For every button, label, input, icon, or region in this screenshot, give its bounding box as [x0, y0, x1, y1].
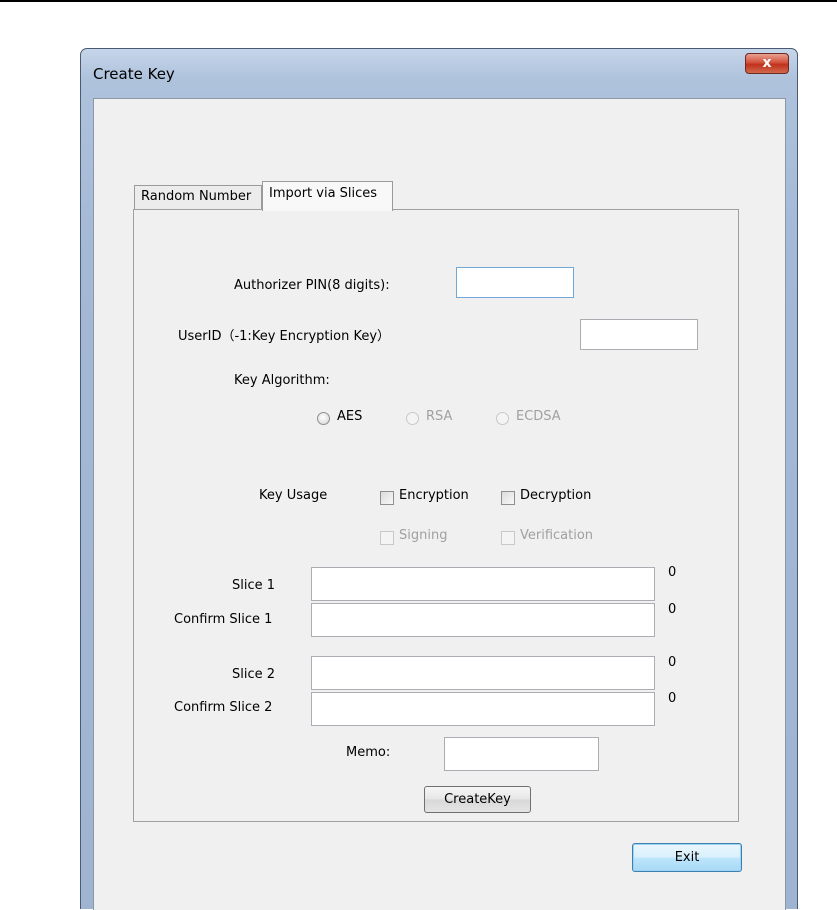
title-bar[interactable]: Create Key x	[81, 49, 797, 99]
create-key-button[interactable]: CreateKey	[424, 786, 531, 813]
key-algorithm-label: Key Algorithm:	[234, 373, 330, 388]
confirm-slice-1-count: 0	[668, 602, 677, 617]
radio-aes[interactable]	[317, 412, 330, 425]
authorizer-pin-input[interactable]	[456, 267, 574, 298]
checkbox-encryption[interactable]	[380, 491, 394, 505]
key-usage-label: Key Usage	[259, 488, 328, 503]
memo-label: Memo:	[346, 745, 391, 760]
create-key-dialog: Create Key x Random Number Import via Sl…	[80, 48, 798, 910]
checkbox-decryption[interactable]	[501, 491, 515, 505]
close-icon: x	[762, 55, 772, 71]
radio-aes-label: AES	[337, 409, 363, 424]
confirm-slice-1-label: Confirm Slice 1	[174, 612, 273, 627]
user-id-label: UserID（-1:Key Encryption Key）	[178, 329, 391, 344]
import-via-slices-panel: Authorizer PIN(8 digits): UserID（-1:Key …	[133, 209, 739, 822]
confirm-slice-2-count: 0	[668, 691, 677, 706]
slice-1-input[interactable]	[311, 567, 655, 601]
slice-2-count: 0	[668, 655, 677, 670]
authorizer-pin-label: Authorizer PIN(8 digits):	[234, 278, 390, 293]
radio-ecdsa-label: ECDSA	[516, 409, 561, 424]
checkbox-encryption-label: Encryption	[399, 488, 469, 503]
tab-import-via-slices[interactable]: Import via Slices	[262, 181, 393, 211]
user-id-input[interactable]	[580, 319, 698, 350]
confirm-slice-1-input[interactable]	[311, 603, 655, 637]
create-key-button-label: CreateKey	[444, 792, 511, 807]
tab-random-number-label: Random Number	[141, 189, 252, 204]
checkbox-verification-label: Verification	[520, 528, 594, 543]
exit-button[interactable]: Exit	[632, 843, 742, 872]
dialog-client-area: Random Number Import via Slices Authoriz…	[93, 98, 786, 910]
memo-input[interactable]	[444, 737, 599, 771]
tab-import-via-slices-label: Import via Slices	[269, 186, 378, 201]
checkbox-verification[interactable]	[501, 531, 515, 545]
slice-1-count: 0	[668, 565, 677, 580]
radio-rsa[interactable]	[406, 412, 419, 425]
checkbox-decryption-label: Decryption	[520, 488, 592, 503]
exit-button-label: Exit	[674, 850, 700, 865]
window-title: Create Key	[93, 65, 175, 83]
confirm-slice-2-label: Confirm Slice 2	[174, 700, 273, 715]
tab-random-number[interactable]: Random Number	[134, 185, 262, 209]
radio-rsa-label: RSA	[426, 409, 453, 424]
slice-1-label: Slice 1	[232, 578, 276, 593]
radio-ecdsa[interactable]	[496, 412, 509, 425]
screen-top-border	[0, 0, 837, 2]
slice-2-input[interactable]	[311, 656, 655, 690]
confirm-slice-2-input[interactable]	[311, 692, 655, 726]
checkbox-signing-label: Signing	[399, 528, 448, 543]
checkbox-signing[interactable]	[380, 531, 394, 545]
slice-2-label: Slice 2	[232, 667, 276, 682]
close-button[interactable]: x	[745, 53, 789, 74]
